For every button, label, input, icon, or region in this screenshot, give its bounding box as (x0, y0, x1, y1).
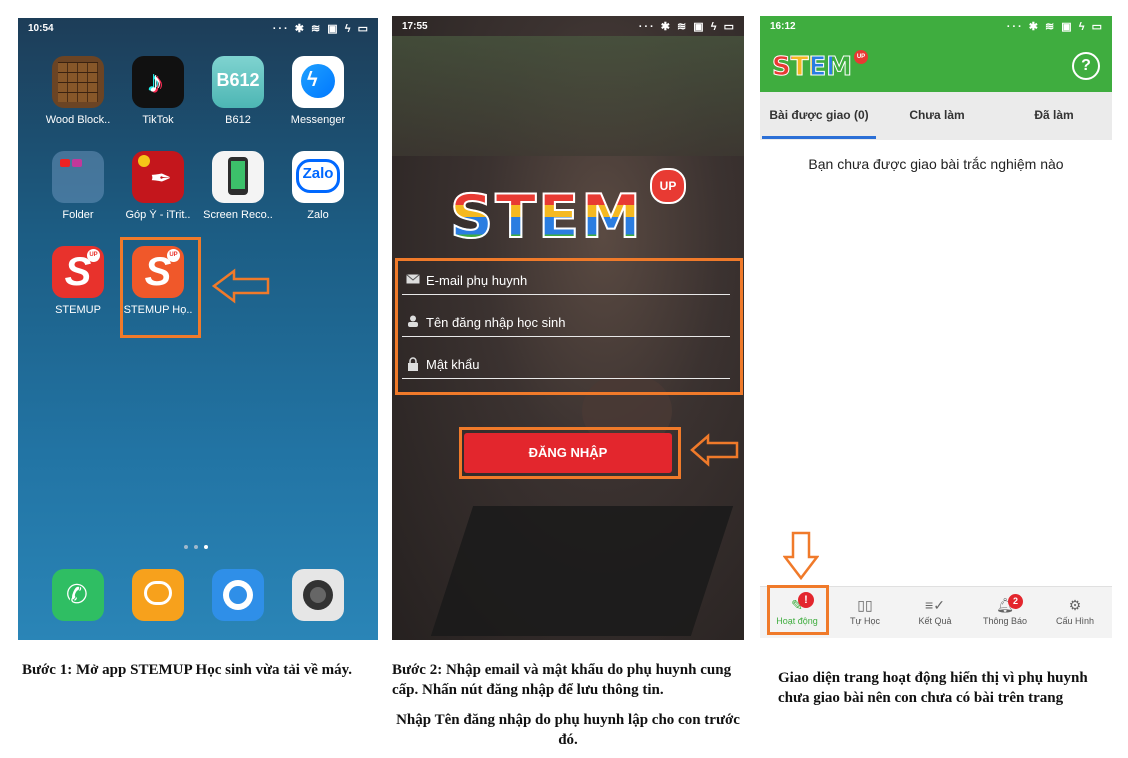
caption-step-3: Giao diện trang hoạt động hiển thị vì ph… (778, 670, 1088, 706)
phone-icon[interactable]: ✆ (52, 569, 104, 621)
app-label: Zalo (307, 209, 329, 221)
nav-settings[interactable]: ⚙ Cấu Hình (1044, 594, 1106, 636)
app-label: Messenger (290, 114, 346, 126)
app-label: Góp Ý - iTrit.. (125, 209, 191, 221)
page-indicator (184, 536, 214, 554)
gear-icon: ⚙ (1068, 597, 1082, 613)
b612-app-icon: B612 (212, 56, 264, 108)
browser-icon[interactable] (212, 569, 264, 621)
caption-step-1: Bước 1: Mở app STEMUP Học sinh vừa tải v… (22, 662, 353, 678)
app-label: Screen Reco.. (203, 209, 273, 221)
folder-icon (52, 151, 104, 203)
b612-icon-text: B612 (216, 70, 260, 90)
tab-done[interactable]: Đã làm (996, 92, 1112, 138)
highlight-activity-tab (767, 585, 829, 635)
app-screen-recorder[interactable]: Screen Reco.. (198, 151, 278, 221)
messenger-app-icon: ϟ (292, 56, 344, 108)
help-icon[interactable]: ? (1072, 52, 1100, 80)
book-icon: ▯▯ (857, 597, 873, 613)
app-b612[interactable]: B612 B612 (198, 56, 278, 126)
nav-self-study[interactable]: ▯▯ Tự Học (834, 594, 896, 636)
nav-results[interactable]: ≡✓ Kết Quả (904, 594, 966, 636)
app-folder[interactable]: Folder (38, 151, 118, 221)
app-label: Wood Block.. (45, 114, 111, 126)
caption-step-2: Bước 2: Nhập email và mật khẩu do phụ hu… (392, 662, 732, 698)
camera-icon[interactable] (292, 569, 344, 621)
result-icon: ≡✓ (925, 597, 945, 613)
status-time: 16:12 (770, 21, 796, 32)
app-label: TikTok (142, 114, 174, 126)
status-icons: ··· ✱ ≋ ▣ ϟ ▭ (638, 21, 736, 33)
arrow-down-icon (783, 531, 819, 581)
screen-recorder-icon (212, 151, 264, 203)
highlight-login-button (459, 427, 681, 479)
status-time: 17:55 (402, 21, 428, 32)
app-wood-block[interactable]: Wood Block.. (38, 56, 118, 126)
status-bar: 16:12 ··· ✱ ≋ ▣ ϟ ▭ (760, 16, 1112, 38)
app-label: Folder (62, 209, 94, 221)
app-label: STEMUP (55, 304, 101, 316)
stem-logo-text: STEM (771, 52, 853, 83)
empty-message: Bạn chưa được giao bài trắc nghiệm nào (808, 156, 1064, 172)
status-icons: ··· ✱ ≋ ▣ ϟ ▭ (272, 23, 370, 35)
up-badge: UP (87, 249, 100, 262)
app-messenger[interactable]: ϟ Messenger (278, 56, 358, 126)
bell-icon: 🔔︎ (996, 597, 1014, 613)
highlight-login-fields (395, 258, 743, 395)
status-time: 10:54 (28, 23, 54, 34)
status-bar: 10:54 ··· ✱ ≋ ▣ ϟ ▭ (18, 18, 378, 40)
up-badge: UP (650, 168, 686, 204)
status-icons: ··· ✱ ≋ ▣ ϟ ▭ (1006, 21, 1104, 33)
tab-bar: Bài được giao (0) Chưa làm Đã làm (760, 92, 1112, 140)
app-gop-y[interactable]: ✒ Góp Ý - iTrit.. (118, 151, 198, 221)
stem-logo: STEM (771, 52, 853, 83)
status-bar: 17:55 ··· ✱ ≋ ▣ ϟ ▭ (392, 16, 744, 38)
zalo-app-icon: Zalo (292, 151, 344, 203)
app-label: B612 (225, 114, 251, 126)
stem-logo: STEM (449, 181, 643, 253)
tab-assigned[interactable]: Bài được giao (0) (760, 92, 878, 138)
nav-label: Thông Báo (982, 616, 1028, 626)
notification-badge: 2 (1008, 594, 1023, 609)
app-zalo[interactable]: Zalo Zalo (278, 151, 358, 221)
app-tiktok[interactable]: ♪ TikTok (118, 56, 198, 126)
nav-notifications[interactable]: 🔔︎ Thông Báo (974, 594, 1036, 636)
arrow-left-icon (690, 433, 739, 467)
nav-label: Cấu Hình (1055, 616, 1095, 626)
stem-logo-text: STEM (449, 181, 643, 253)
gop-y-app-icon: ✒ (132, 151, 184, 203)
tab-not-done[interactable]: Chưa làm (878, 92, 996, 138)
tab-underline (762, 136, 876, 139)
message-icon[interactable] (132, 569, 184, 621)
up-badge: UP (854, 50, 868, 64)
caption-step-2-note: Nhập Tên đăng nhập do phụ huynh lập cho … (396, 712, 740, 748)
stemup-app-icon: S UP (52, 246, 104, 298)
highlight-stemup-app (120, 237, 201, 338)
tiktok-app-icon: ♪ (132, 56, 184, 108)
wood-block-app-icon (52, 56, 104, 108)
arrow-left-icon (212, 268, 270, 304)
app-stemup[interactable]: S UP STEMUP (38, 246, 118, 316)
nav-label: Kết Quả (918, 616, 952, 626)
nav-label: Tự Học (849, 616, 881, 626)
zalo-icon-text: Zalo (302, 165, 334, 182)
